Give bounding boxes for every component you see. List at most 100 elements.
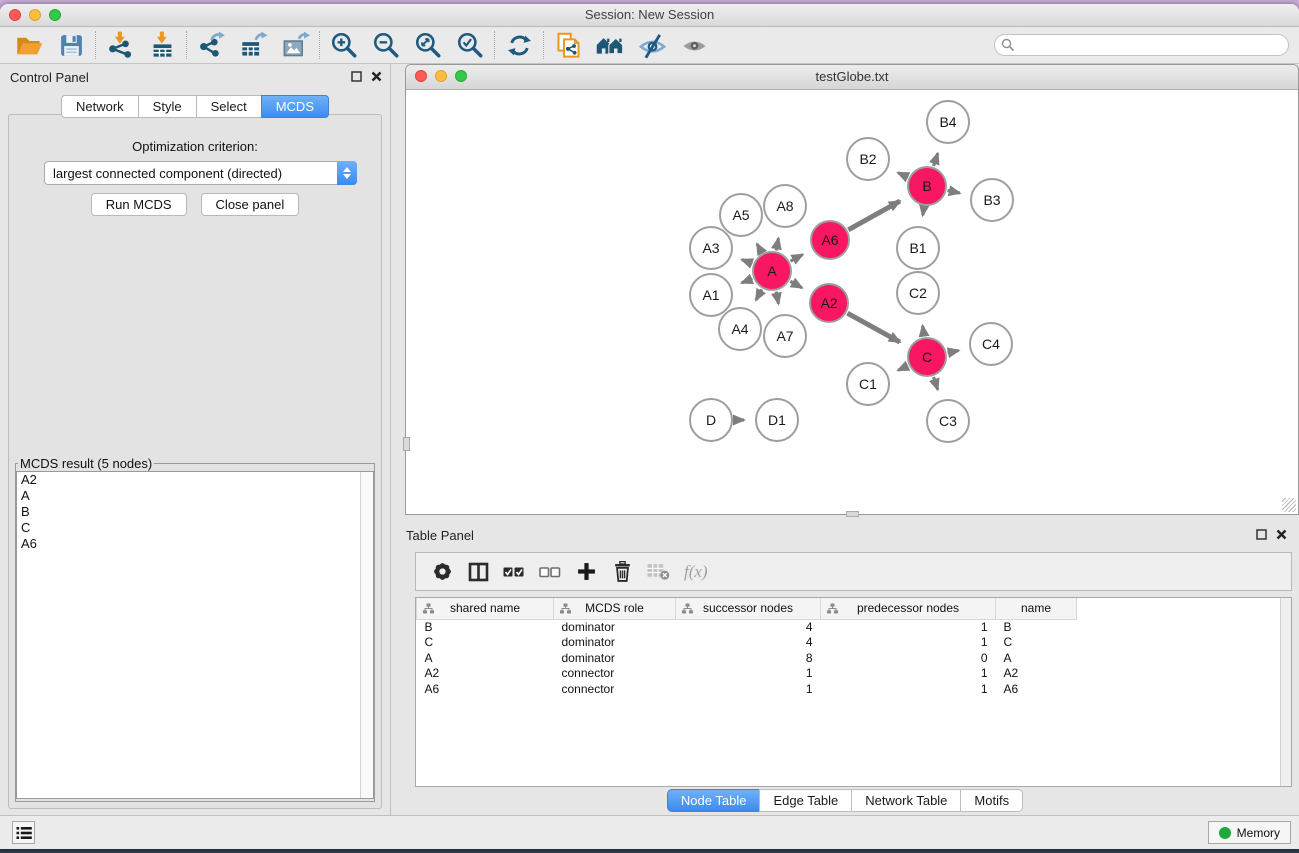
graph-edge-C-C1[interactable] <box>898 366 908 371</box>
show-panels-button[interactable] <box>673 29 715 61</box>
float-panel-icon[interactable] <box>351 71 362 82</box>
float-table-panel-icon[interactable] <box>1256 529 1267 540</box>
table-cell[interactable]: 1 <box>821 635 996 651</box>
table-row[interactable]: Adominator80A <box>417 650 1077 666</box>
zoom-out-button[interactable] <box>365 29 407 61</box>
export-table-button[interactable] <box>232 29 274 61</box>
toggle-column-view-button[interactable] <box>466 559 490 585</box>
zoom-window-button[interactable] <box>49 9 61 21</box>
table-cell[interactable]: 1 <box>676 681 821 697</box>
graph-edge-A-A2[interactable] <box>790 281 802 288</box>
network-canvas[interactable]: B4B2BB3A8A5A6A3B1AC2A1A2A4A7C4CC1DD1C3 <box>406 90 1298 514</box>
graph-edge-A-A5[interactable] <box>757 244 762 253</box>
graph-edge-C-C3[interactable] <box>934 377 938 390</box>
result-scrollbar[interactable] <box>360 472 373 798</box>
table-cell[interactable]: 1 <box>821 666 996 682</box>
network-close-button[interactable] <box>415 70 427 82</box>
function-builder-button[interactable]: f(x) <box>682 559 716 585</box>
table-cell[interactable]: B <box>996 619 1077 635</box>
table-cell[interactable]: A6 <box>996 681 1077 697</box>
select-all-columns-button[interactable] <box>502 559 526 585</box>
close-table-panel-icon[interactable] <box>1276 529 1287 540</box>
table-tab-motifs[interactable]: Motifs <box>960 789 1023 812</box>
table-settings-button[interactable] <box>430 559 454 585</box>
zoom-in-button[interactable] <box>323 29 365 61</box>
close-panel-button[interactable]: Close panel <box>201 193 300 216</box>
graph-edge-A2-C[interactable] <box>847 313 899 342</box>
graph-edge-B-B1[interactable] <box>923 207 924 216</box>
tab-network[interactable]: Network <box>61 95 138 118</box>
mcds-result-item[interactable]: B <box>17 504 373 520</box>
duplicate-network-button[interactable] <box>547 29 589 61</box>
table-row[interactable]: A6connector11A6 <box>417 681 1077 697</box>
import-table-button[interactable] <box>141 29 183 61</box>
search-input[interactable] <box>994 34 1289 56</box>
save-session-button[interactable] <box>50 29 92 61</box>
column-header-MCDS-role[interactable]: MCDS role <box>554 598 676 619</box>
table-cell[interactable]: 4 <box>676 619 821 635</box>
column-header-name[interactable]: name <box>996 598 1077 619</box>
column-header-successor-nodes[interactable]: successor nodes <box>676 598 821 619</box>
table-cell[interactable]: dominator <box>554 635 676 651</box>
table-cell[interactable]: dominator <box>554 619 676 635</box>
resize-grip-icon[interactable] <box>1282 498 1296 512</box>
table-cell[interactable]: connector <box>554 681 676 697</box>
table-cell[interactable]: A6 <box>417 681 554 697</box>
delete-table-button[interactable] <box>646 559 670 585</box>
open-session-button[interactable] <box>8 29 50 61</box>
hide-panels-button[interactable] <box>631 29 673 61</box>
table-row[interactable]: A2connector11A2 <box>417 666 1077 682</box>
import-network-button[interactable] <box>99 29 141 61</box>
add-column-button[interactable] <box>574 559 598 585</box>
criterion-select[interactable]: largest connected component (directed) <box>44 161 357 185</box>
table-tab-network-table[interactable]: Network Table <box>851 789 960 812</box>
graph-edge-B-B3[interactable] <box>948 190 960 193</box>
network-minimize-button[interactable] <box>435 70 447 82</box>
table-cell[interactable]: A2 <box>996 666 1077 682</box>
task-history-button[interactable] <box>12 821 35 844</box>
table-cell[interactable]: A <box>996 650 1077 666</box>
table-row[interactable]: Cdominator41C <box>417 635 1077 651</box>
mcds-result-list[interactable]: A2ABCA6 <box>16 471 374 799</box>
table-cell[interactable]: C <box>417 635 554 651</box>
memory-button[interactable]: Memory <box>1208 821 1291 844</box>
table-cell[interactable]: 8 <box>676 650 821 666</box>
graph-edge-A-A4[interactable] <box>756 289 762 300</box>
table-cell[interactable]: dominator <box>554 650 676 666</box>
table-cell[interactable]: B <box>417 619 554 635</box>
refresh-view-button[interactable] <box>498 29 540 61</box>
mcds-result-item[interactable]: C <box>17 520 373 536</box>
export-image-button[interactable] <box>274 29 316 61</box>
table-cell[interactable]: 0 <box>821 650 996 666</box>
panel-handle-left[interactable] <box>403 437 410 451</box>
deselect-all-columns-button[interactable] <box>538 559 562 585</box>
graph-edge-A-A6[interactable] <box>791 255 803 261</box>
network-zoom-button[interactable] <box>455 70 467 82</box>
mcds-result-item[interactable]: A <box>17 488 373 504</box>
graph-edge-A-A3[interactable] <box>742 260 752 264</box>
graph-edge-C-C4[interactable] <box>948 351 959 353</box>
graph-edge-A-A8[interactable] <box>776 238 778 250</box>
graph-edge-A-A1[interactable] <box>742 279 753 283</box>
delete-column-button[interactable] <box>610 559 634 585</box>
table-tab-node-table[interactable]: Node Table <box>667 789 760 812</box>
home-layout-button[interactable] <box>589 29 631 61</box>
column-header-shared-name[interactable]: shared name <box>417 598 554 619</box>
minimize-window-button[interactable] <box>29 9 41 21</box>
table-cell[interactable]: 4 <box>676 635 821 651</box>
table-scrollbar[interactable] <box>1280 598 1291 786</box>
tab-select[interactable]: Select <box>196 95 261 118</box>
zoom-fit-button[interactable] <box>407 29 449 61</box>
panel-handle-bottom[interactable] <box>846 511 859 517</box>
tab-mcds[interactable]: MCDS <box>261 95 329 118</box>
mcds-result-item[interactable]: A2 <box>17 472 373 488</box>
close-panel-icon[interactable] <box>371 71 382 82</box>
close-window-button[interactable] <box>9 9 21 21</box>
table-cell[interactable]: C <box>996 635 1077 651</box>
mcds-result-item[interactable]: A6 <box>17 536 373 552</box>
graph-edge-C-C2[interactable] <box>923 326 924 337</box>
graph-edge-A-A7[interactable] <box>776 292 778 304</box>
tab-style[interactable]: Style <box>138 95 196 118</box>
run-mcds-button[interactable]: Run MCDS <box>91 193 187 216</box>
graph-edge-A6-B[interactable] <box>848 201 900 230</box>
